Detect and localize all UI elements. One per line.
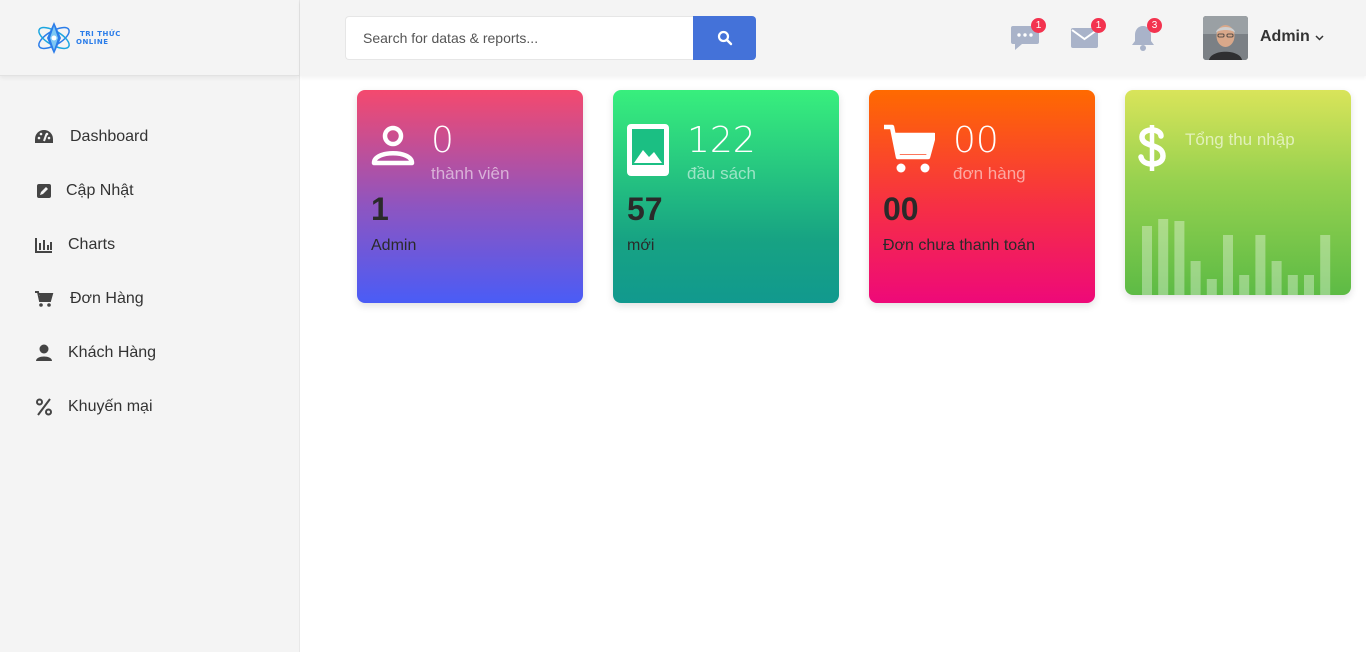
cart-icon — [34, 289, 54, 309]
dashboard-icon — [34, 127, 54, 147]
stat-card-books[interactable]: 122 đầu sách 57 mới — [613, 90, 839, 303]
notifications-button[interactable]: 3 — [1130, 18, 1162, 52]
sidebar-item-label: Khách Hàng — [68, 344, 157, 361]
avatar-image — [1203, 16, 1248, 60]
sparkline-bar — [1142, 226, 1152, 295]
sparkline-bar — [1320, 235, 1331, 295]
image-icon — [627, 124, 669, 181]
search-input[interactable] — [345, 16, 693, 60]
stat-title: Tổng thu nhập — [1185, 130, 1295, 149]
avatar[interactable] — [1203, 16, 1248, 60]
chart-icon — [34, 235, 54, 255]
user-icon — [34, 343, 54, 363]
chevron-down-icon — [1315, 28, 1324, 46]
sparkline-bar — [1223, 235, 1233, 295]
sparkline-bar — [1239, 275, 1250, 295]
sparkline-bar — [1287, 275, 1298, 295]
stat-description: mới — [627, 237, 655, 254]
messages-button[interactable]: 1 — [1010, 18, 1046, 52]
sparkline-bar — [1206, 279, 1217, 295]
sidebar-item-label: Đơn Hàng — [70, 290, 144, 307]
stat-unit: đầu sách — [687, 164, 756, 183]
stat-value: 00 — [953, 120, 999, 161]
sidebar-item-orders[interactable]: Đơn Hàng — [0, 272, 299, 326]
revenue-sparkline — [1142, 219, 1331, 295]
logo[interactable]: TRI THỨC ONLINE — [0, 0, 299, 76]
top-header: 1 1 3 Admin — [300, 0, 1366, 76]
edit-icon — [34, 181, 54, 201]
sparkline-bar — [1255, 235, 1266, 295]
stat-unit: đơn hàng — [953, 164, 1026, 183]
stat-description: Đơn chưa thanh toán — [883, 237, 1035, 254]
stat-card-orders[interactable]: 00 đơn hàng 00 Đơn chưa thanh toán — [869, 90, 1095, 303]
sparkline-bar — [1304, 275, 1314, 295]
brand-name: TRI THỨC ONLINE — [76, 29, 121, 46]
mail-button[interactable]: 1 — [1070, 18, 1106, 52]
sidebar: TRI THỨC ONLINE Dashboard Cập Nhật Chart… — [0, 0, 300, 652]
user-menu[interactable]: Admin — [1260, 28, 1324, 46]
sidebar-item-label: Cập Nhật — [66, 182, 134, 199]
stat-card-revenue[interactable]: Tổng thu nhập — [1125, 90, 1351, 295]
stat-card-members[interactable]: 0 thành viên 1 Admin — [357, 90, 583, 303]
sidebar-item-promotions[interactable]: Khuyến mại — [0, 380, 299, 434]
sidebar-item-label: Khuyến mại — [68, 398, 153, 415]
user-icon — [371, 124, 415, 173]
sidebar-item-charts[interactable]: Charts — [0, 218, 299, 272]
sparkline-bar — [1190, 261, 1201, 295]
notification-badge: 1 — [1031, 18, 1046, 33]
sidebar-nav: Dashboard Cập Nhật Charts Đơn Hàng Khách… — [0, 110, 299, 434]
search-bar — [345, 16, 756, 60]
sidebar-item-customers[interactable]: Khách Hàng — [0, 326, 299, 380]
sidebar-item-update[interactable]: Cập Nhật — [0, 164, 299, 218]
sidebar-item-label: Charts — [68, 236, 116, 253]
sparkline-bar — [1271, 261, 1282, 295]
stat-count: 00 — [883, 191, 919, 227]
logo-icon — [38, 21, 70, 54]
stat-value: 0 — [431, 120, 454, 161]
stat-unit: thành viên — [431, 164, 510, 183]
stat-count: 57 — [627, 191, 663, 227]
notification-badge: 1 — [1091, 18, 1106, 33]
notification-badge: 3 — [1147, 18, 1162, 33]
user-name-label: Admin — [1260, 28, 1310, 45]
sparkline-bar — [1158, 219, 1169, 295]
sidebar-item-label: Dashboard — [70, 128, 149, 145]
sparkline-bar — [1174, 221, 1185, 295]
stat-description: Admin — [371, 237, 417, 254]
stat-value: 122 — [687, 120, 756, 161]
dollar-icon — [1137, 124, 1167, 177]
sidebar-item-dashboard[interactable]: Dashboard — [0, 110, 299, 164]
search-icon — [717, 30, 732, 46]
cart-icon — [883, 124, 937, 181]
percent-icon — [34, 397, 54, 417]
search-button[interactable] — [693, 16, 756, 60]
stat-count: 1 — [371, 191, 389, 227]
